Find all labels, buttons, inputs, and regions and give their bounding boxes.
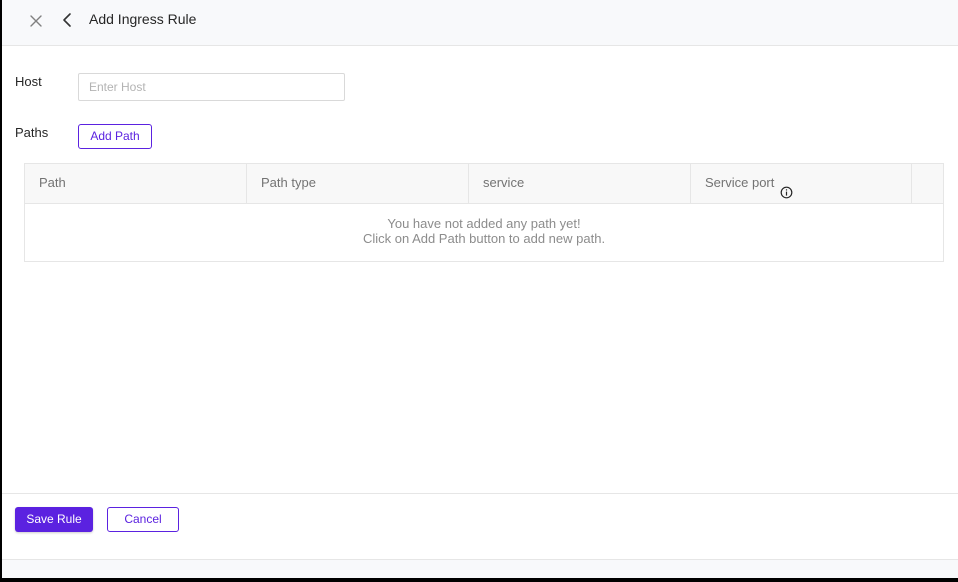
column-header-label: Path type [261,175,316,190]
close-icon[interactable] [29,14,43,28]
cancel-button[interactable]: Cancel [107,507,179,532]
info-icon[interactable] [780,176,793,199]
column-header-actions [912,164,943,203]
paths-label: Paths [15,125,49,140]
column-header-label: Path [39,175,66,190]
save-rule-button[interactable]: Save Rule [15,507,93,532]
bottom-strip [2,559,958,578]
paths-table: Path Path type service Service port You … [24,163,944,262]
column-header-label: Service port [705,175,775,190]
column-header-service: service [469,164,691,203]
table-header: Path Path type service Service port [25,164,943,204]
footer-divider [2,493,958,494]
panel-header: Add Ingress Rule [2,0,958,46]
add-path-button[interactable]: Add Path [78,124,152,149]
host-input[interactable] [78,73,345,101]
column-header-label: service [483,175,525,190]
empty-state: You have not added any path yet! Click o… [25,216,943,246]
add-ingress-rule-panel: Add Ingress Rule Host Paths Add Path Pat… [2,0,958,578]
page-title: Add Ingress Rule [89,11,197,27]
host-label: Host [15,74,42,89]
chevron-left-icon[interactable] [60,12,74,28]
column-header-path: Path [25,164,247,203]
column-header-path-type: Path type [247,164,469,203]
empty-state-line: You have not added any path yet! [387,216,581,231]
empty-state-line: Click on Add Path button to add new path… [362,231,606,246]
column-header-service-port: Service port [691,164,912,203]
